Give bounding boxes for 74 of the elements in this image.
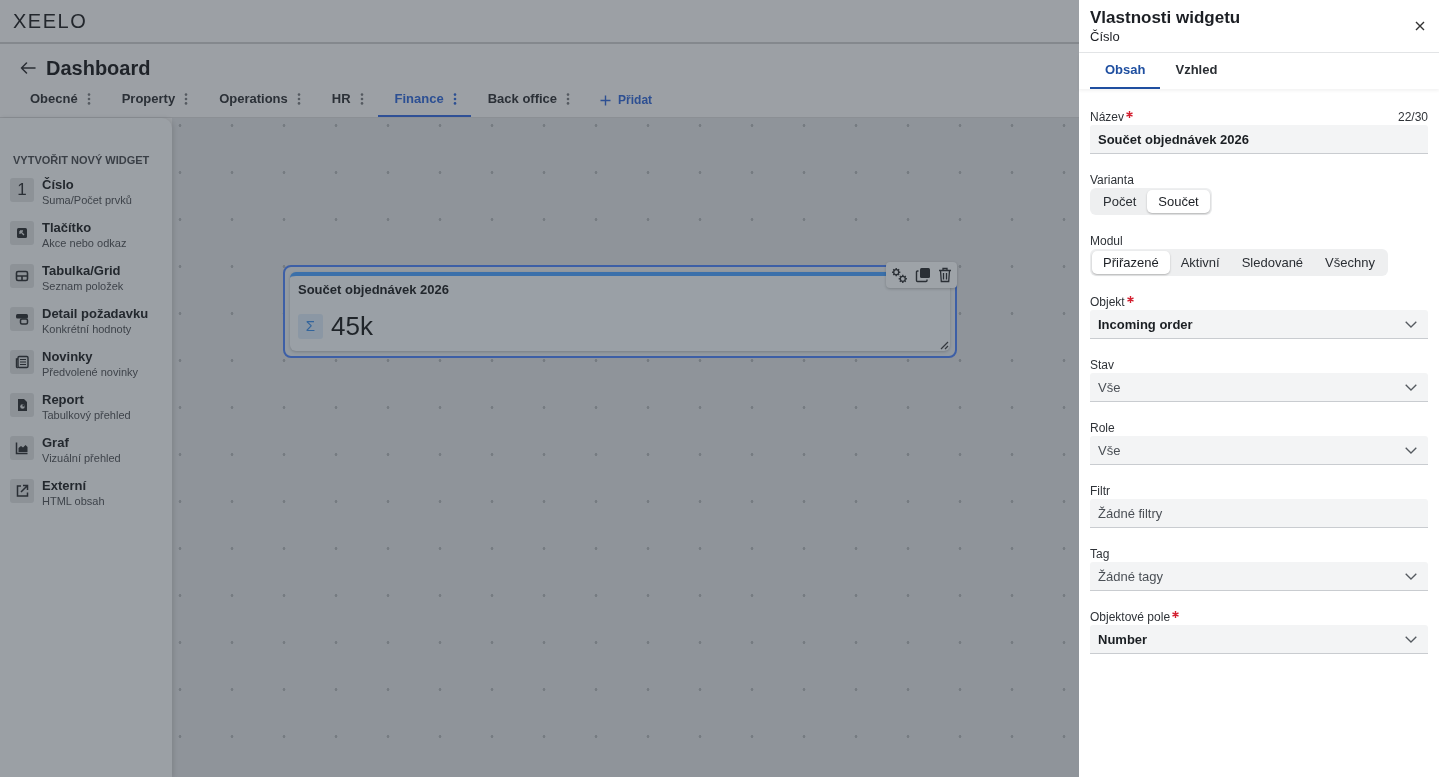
field-label: Varianta	[1090, 172, 1134, 187]
number-glyph: 1	[10, 178, 34, 202]
chevron-down-icon	[1405, 636, 1417, 643]
widget-type-item[interactable]: Novinky Předvolené novinky	[0, 349, 172, 392]
kebab-menu-icon[interactable]	[296, 93, 301, 105]
widget-type-item[interactable]: Detail požadavku Konkrétní hodnoty	[0, 306, 172, 349]
panel-subtitle: Číslo	[1090, 27, 1121, 46]
dashboard-tab[interactable]: Property	[104, 83, 203, 117]
character-counter: 22/30	[1397, 109, 1428, 124]
kebab-menu-icon[interactable]	[184, 93, 189, 105]
field-label: Modul	[1090, 233, 1123, 248]
cards-icon	[10, 307, 34, 331]
field-label: Filtr	[1090, 483, 1110, 498]
plus-icon	[600, 94, 612, 106]
widget-type-item[interactable]: Externí HTML obsah	[0, 478, 172, 521]
select-field[interactable]: Number	[1090, 625, 1428, 654]
external-link-icon	[10, 479, 34, 503]
widget-card[interactable]: Součet objednávek 2026 Σ 45k	[290, 272, 950, 351]
kebab-menu-icon[interactable]	[452, 93, 457, 105]
document-icon	[10, 393, 34, 417]
field-label: Objekt	[1090, 294, 1125, 309]
dashboard-tab[interactable]: Operations	[202, 83, 315, 117]
close-icon[interactable]	[1415, 21, 1425, 31]
segment-option[interactable]: Přiřazené	[1092, 251, 1170, 274]
segment-option[interactable]: Počet	[1092, 190, 1148, 213]
segment-option[interactable]: Součet	[1147, 190, 1210, 213]
area-chart-icon	[10, 436, 34, 460]
add-tab-button[interactable]: Přidat	[584, 83, 653, 117]
kebab-menu-icon[interactable]	[359, 93, 364, 105]
panel-title: Vlastnosti widgetu	[1090, 6, 1241, 28]
page-title: Dashboard	[46, 58, 151, 78]
field-label: Stav	[1090, 357, 1114, 372]
select-field[interactable]: Vše	[1090, 373, 1428, 402]
segment-option[interactable]: Aktivní	[1169, 251, 1231, 274]
select-field[interactable]: Vše	[1090, 436, 1428, 465]
widget-type-item[interactable]: Report Tabulkový přehled	[0, 392, 172, 435]
copy-icon[interactable]	[915, 267, 931, 283]
logo: XEELO	[13, 11, 88, 31]
dashboard-tab[interactable]: Back office	[470, 83, 585, 117]
chevron-down-icon	[1405, 447, 1417, 454]
dashboard-tab[interactable]: HR	[314, 83, 378, 117]
text-field[interactable]: Součet objednávek 2026	[1090, 125, 1428, 154]
segment-option[interactable]: Všechny	[1314, 251, 1386, 274]
back-arrow-icon[interactable]	[20, 62, 36, 74]
panel-tab[interactable]: Vzhled	[1160, 53, 1233, 89]
widget-type-item[interactable]: Graf Vizuální přehled	[0, 435, 172, 478]
select-field[interactable]: Žádné tagy	[1090, 562, 1428, 591]
chevron-down-icon	[1405, 384, 1417, 391]
widget-type-item[interactable]: Tlačítko Akce nebo odkaz	[0, 220, 172, 263]
field-label: Role	[1090, 420, 1115, 435]
kebab-menu-icon[interactable]	[566, 93, 571, 105]
kebab-menu-icon[interactable]	[86, 93, 91, 105]
newspaper-icon	[10, 350, 34, 374]
field-label: Tag	[1090, 546, 1110, 561]
segment-option[interactable]: Sledované	[1230, 251, 1315, 274]
widget-type-item[interactable]: 1 Číslo Suma/Počet prvků	[0, 177, 172, 220]
section-heading: VYTVOŘIT NOVÝ WIDGET	[12, 153, 151, 167]
panel-tab[interactable]: Obsah	[1090, 53, 1161, 89]
widget-type-item[interactable]: Tabulka/Grid Seznam položek	[0, 263, 172, 306]
trash-icon[interactable]	[938, 267, 952, 283]
widget-value: 45k	[331, 313, 373, 339]
widget-title: Součet objednávek 2026	[298, 282, 450, 298]
chevron-down-icon	[1405, 573, 1417, 580]
table-icon	[10, 264, 34, 288]
field-label: Objektové pole	[1090, 609, 1171, 624]
dashboard-tab[interactable]: Obecné	[13, 83, 105, 117]
chevron-down-icon	[1405, 321, 1417, 328]
text-field[interactable]: Žádné filtry	[1090, 499, 1428, 528]
gears-icon[interactable]	[891, 266, 908, 284]
sigma-glyph: Σ	[298, 313, 323, 339]
resize-handle-icon[interactable]	[939, 340, 949, 350]
field-label: Název	[1090, 109, 1124, 124]
select-field[interactable]: Incoming order	[1090, 310, 1428, 339]
cursor-square-icon	[10, 221, 34, 245]
